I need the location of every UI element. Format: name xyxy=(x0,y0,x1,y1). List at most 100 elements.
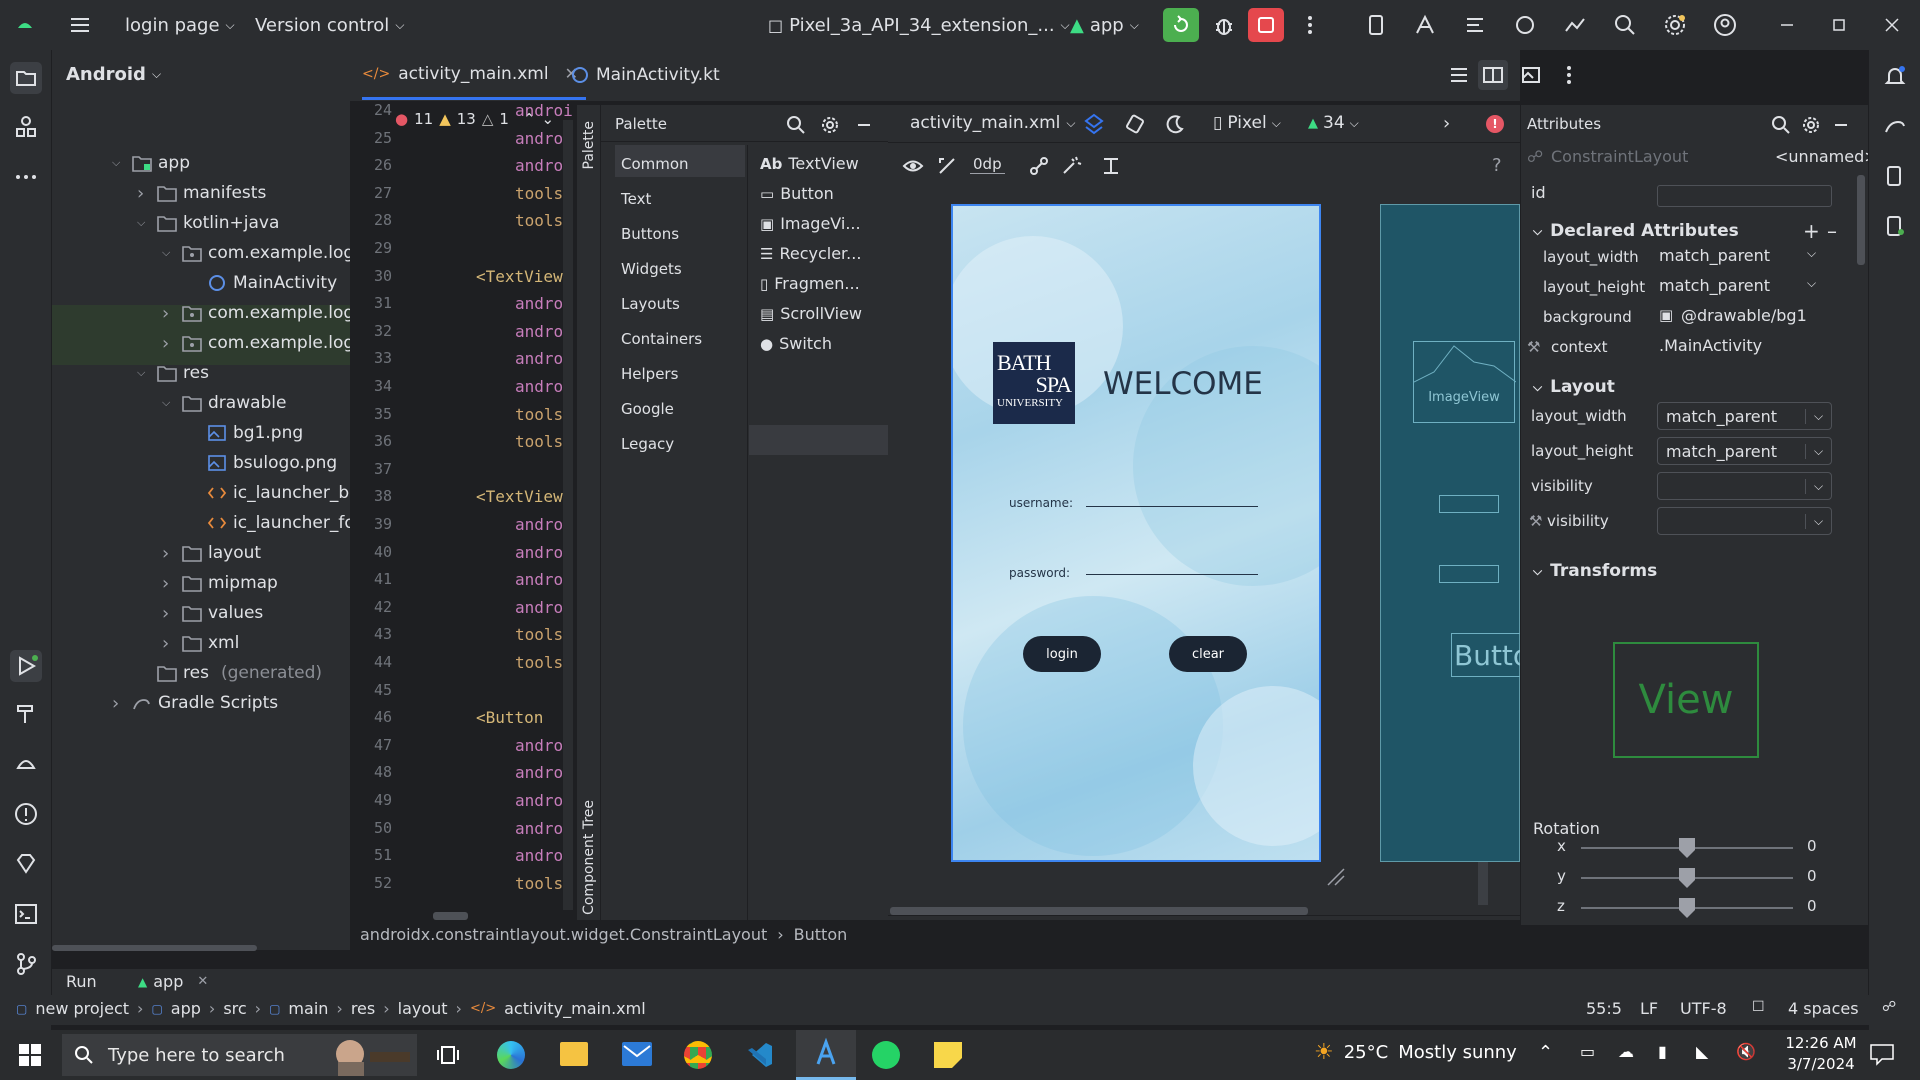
error-badge-icon[interactable]: ! xyxy=(1486,115,1504,133)
clock[interactable]: 12:26 AM 3/7/2024 xyxy=(1780,1033,1862,1075)
vcs-menu[interactable]: Version control ⌵ xyxy=(255,0,404,50)
lock-icon[interactable]: ☍ xyxy=(1882,999,1896,1015)
tray-device-icon[interactable]: ▭ xyxy=(1580,1042,1595,1061)
run-tool-icon[interactable] xyxy=(10,650,42,682)
palette-item-button[interactable]: ▭ Button xyxy=(760,184,834,203)
stop-button[interactable] xyxy=(1248,8,1284,42)
login-button[interactable]: login xyxy=(1023,636,1101,672)
tree-item-app[interactable]: ⌵ app xyxy=(112,148,190,178)
battery-icon[interactable]: ▮ xyxy=(1658,1042,1667,1061)
account-icon[interactable] xyxy=(1713,13,1737,37)
blueprint-imageview[interactable]: ImageView xyxy=(1413,341,1516,423)
palette-item-recycler[interactable]: ☰ Recycler... xyxy=(760,244,861,263)
gear-icon[interactable] xyxy=(1801,115,1821,135)
code-line[interactable]: <Button xyxy=(476,708,572,727)
tree-item-xml[interactable]: › xml xyxy=(162,628,239,658)
minimize-icon[interactable] xyxy=(854,115,874,135)
palette-category-containers[interactable]: Containers xyxy=(621,330,702,348)
terminal-tool-icon[interactable] xyxy=(12,900,40,928)
settings-gear-icon[interactable] xyxy=(1663,13,1687,37)
api-level-selector[interactable]: ▲ 34 ⌵ xyxy=(1308,113,1359,133)
chevron-down-icon[interactable]: ⌵ xyxy=(112,156,126,170)
chevron-right-icon[interactable]: › xyxy=(162,303,176,324)
clear-constraints-icon[interactable] xyxy=(1028,155,1050,177)
chevron-right-icon[interactable]: › xyxy=(162,573,176,594)
chevron-down-icon[interactable]: ⌵ xyxy=(137,366,151,380)
tree-item-values[interactable]: › values xyxy=(162,598,263,628)
file-explorer-icon[interactable] xyxy=(560,1042,588,1066)
palette-item-fragmen[interactable]: ▯ Fragmen... xyxy=(760,274,860,293)
chevron-right-icon[interactable]: › xyxy=(1443,113,1450,134)
blueprint-username[interactable] xyxy=(1439,495,1499,513)
device-manager-icon[interactable] xyxy=(1365,13,1389,37)
code-line[interactable]: androi xyxy=(515,101,572,120)
chevron-right-icon[interactable]: › xyxy=(162,603,176,624)
remove-attribute-icon[interactable]: – xyxy=(1827,219,1837,243)
blueprint-password[interactable] xyxy=(1439,565,1499,583)
build-tool-icon[interactable] xyxy=(12,700,40,728)
design-mode-icon[interactable] xyxy=(1083,113,1105,135)
default-margin-selector[interactable]: 0dp xyxy=(970,155,1005,174)
transforms-section-header[interactable]: ⌵ Transforms xyxy=(1533,561,1657,581)
chevron-right-icon[interactable]: › xyxy=(137,183,151,204)
breadcrumb-item[interactable]: androidx.constraintlayout.widget.Constra… xyxy=(360,925,767,944)
layout-attr-dropdown[interactable]: match_parent ⌵ xyxy=(1657,437,1832,465)
status-path-item[interactable]: activity_main.xml xyxy=(504,999,646,1018)
split-view-icon[interactable] xyxy=(1478,60,1508,90)
palette-item-textview[interactable]: Ab TextView xyxy=(760,154,859,173)
design-view-icon[interactable] xyxy=(1520,64,1542,86)
status-path-item[interactable]: main xyxy=(288,999,328,1018)
tab-main-activity-kt[interactable]: MainActivity.kt xyxy=(572,50,720,100)
tree-item-mipmap[interactable]: › mipmap xyxy=(162,568,278,598)
tray-chevron-up-icon[interactable]: ⌃ xyxy=(1538,1042,1553,1063)
search-icon[interactable] xyxy=(1771,115,1791,135)
orientation-icon[interactable] xyxy=(1124,113,1146,135)
running-devices-icon[interactable] xyxy=(1883,214,1907,238)
tree-item-res[interactable]: res (generated) xyxy=(137,658,322,688)
rotation-slider-thumb[interactable] xyxy=(1679,868,1695,888)
chevron-down-icon[interactable]: ⌵ xyxy=(162,246,176,260)
declared-attr-value[interactable]: match_parent xyxy=(1659,246,1770,265)
close-tab-icon[interactable]: ✕ xyxy=(197,974,208,989)
palette-item-imagevi[interactable]: ▣ ImageVi... xyxy=(760,214,861,233)
tree-item-mainactivity[interactable]: MainActivity xyxy=(187,268,337,298)
palette-category-text[interactable]: Text xyxy=(621,190,651,208)
id-input[interactable] xyxy=(1657,185,1832,207)
tree-item-layout[interactable]: › layout xyxy=(162,538,261,568)
chevron-down-icon[interactable]: ⌵ xyxy=(1807,276,1816,291)
code-line[interactable]: <TextView xyxy=(476,267,572,286)
apply-changes-button[interactable] xyxy=(1163,8,1199,42)
tree-item-bsulogo-png[interactable]: bsulogo.png xyxy=(187,448,337,478)
device-selector[interactable]: □ Pixel_3a_API_34_extension_... ⌵ xyxy=(768,0,1070,50)
declared-attr-value[interactable]: @drawable/bg1 xyxy=(1681,306,1807,325)
run-config-selector[interactable]: ▲ app ⌵ xyxy=(1070,0,1139,50)
vscode-icon[interactable] xyxy=(746,1041,774,1069)
layout-attr-dropdown[interactable]: ⌵ xyxy=(1657,472,1832,500)
whatsapp-icon[interactable] xyxy=(872,1041,900,1069)
caret-position[interactable]: 55:5 xyxy=(1586,999,1622,1018)
status-path-item[interactable]: src xyxy=(223,999,246,1018)
project-tool-icon[interactable] xyxy=(10,62,42,94)
chevron-right-icon[interactable]: › xyxy=(112,693,126,714)
component-tree-side-tab[interactable]: Component Tree xyxy=(579,755,599,915)
windows-start-icon[interactable] xyxy=(18,1043,42,1067)
layout-section-header[interactable]: ⌵ Layout xyxy=(1533,377,1615,397)
notifications-icon[interactable] xyxy=(1883,64,1907,88)
tab-activity-main-xml[interactable]: </> activity_main.xml ✕ xyxy=(362,50,586,100)
rotation-slider-thumb[interactable] xyxy=(1679,838,1695,858)
tree-item-kotlin-java[interactable]: ⌵ kotlin+java xyxy=(137,208,279,238)
username-field[interactable] xyxy=(1086,506,1258,507)
search-icon[interactable] xyxy=(786,115,806,135)
tree-item-gradle-scripts[interactable]: › Gradle Scripts xyxy=(112,688,278,718)
file-encoding[interactable]: UTF-8 xyxy=(1680,999,1727,1018)
night-mode-icon[interactable] xyxy=(1164,113,1186,135)
chevron-right-icon[interactable]: › xyxy=(162,633,176,654)
search-icon[interactable] xyxy=(1613,13,1637,37)
palette-category-helpers[interactable]: Helpers xyxy=(621,365,678,383)
run-config-tab[interactable]: ▲ app ✕ xyxy=(138,972,208,991)
chevron-down-icon[interactable]: ⌵ xyxy=(162,396,176,410)
declared-attributes-header[interactable]: ⌵ Declared Attributes xyxy=(1533,221,1739,241)
chevron-down-icon[interactable]: ⌵ xyxy=(1807,246,1816,261)
project-selector[interactable]: login page ⌵ xyxy=(125,0,235,50)
resize-handle-icon[interactable] xyxy=(1324,865,1346,887)
